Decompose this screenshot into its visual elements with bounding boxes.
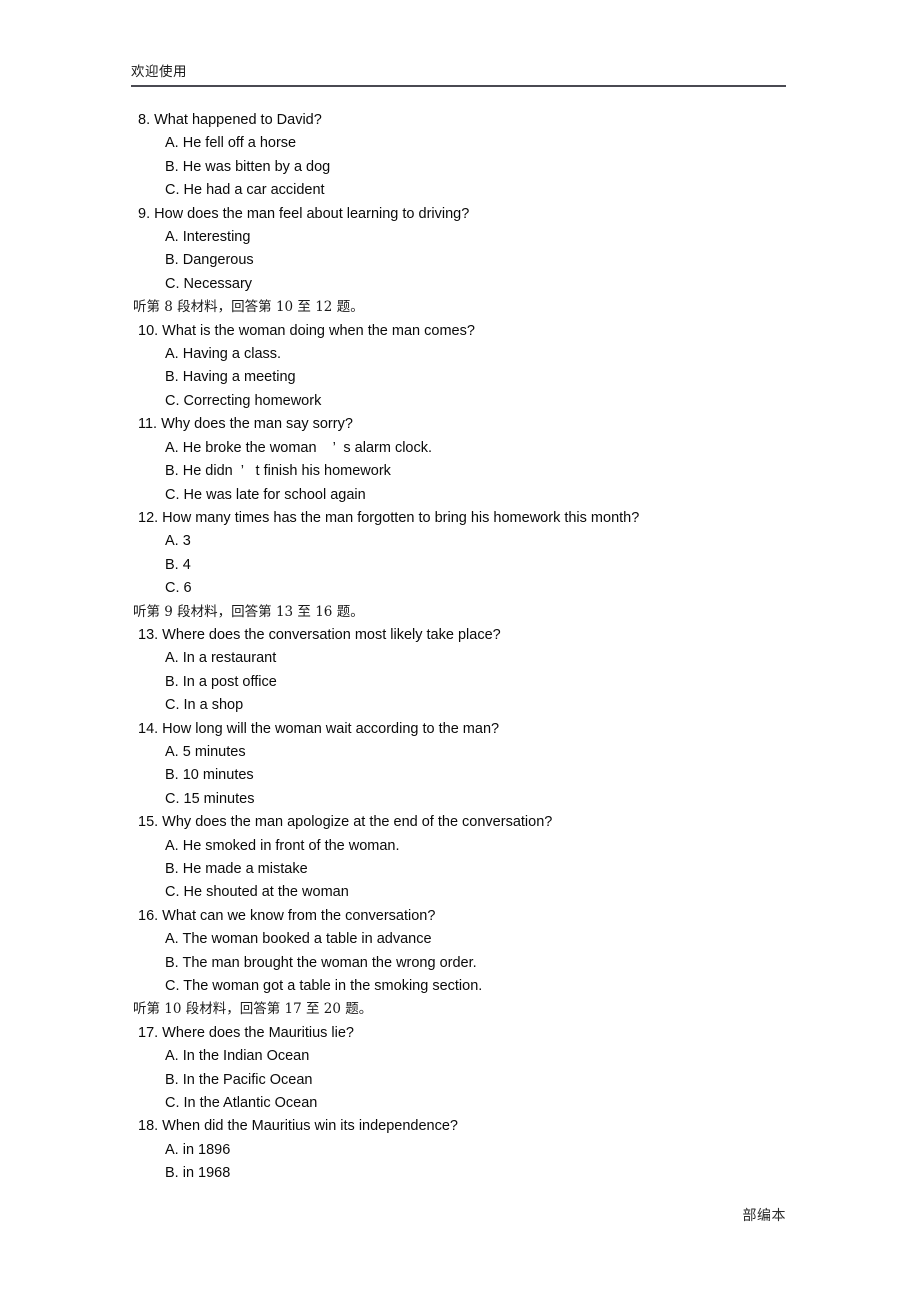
option-text: C. He had a car accident	[165, 182, 325, 199]
section-instruction: 听第 10 段材料，回答第 17 至 20 题。	[133, 1001, 373, 1018]
exam-question-list: 8. What happened to David? A. He fell off…	[131, 109, 851, 1186]
document-page: 欢迎使用 8. What happened to David? A. He fel…	[0, 0, 920, 1303]
question-text: 8. What happened to David?	[138, 112, 322, 128]
question-text: 13. Where does the conversation most lik…	[138, 626, 501, 643]
option-text: A. He smoked in front of the woman.	[165, 837, 400, 854]
option-text: C. In the Atlantic Ocean	[165, 1095, 318, 1112]
option-text: C. Necessary	[165, 275, 253, 292]
option-text: A. In a restaurant	[165, 650, 277, 667]
option-text: C. 15 minutes	[165, 790, 255, 807]
option-text: A. in 1896	[165, 1141, 231, 1158]
option-text: C. He shouted at the woman	[165, 884, 349, 901]
page-footer: 部编本	[131, 1205, 786, 1225]
option-text: A. In the Indian Ocean	[165, 1048, 310, 1065]
footer-label: 部编本	[742, 1208, 786, 1224]
option-text: B. He made a mistake	[165, 861, 308, 877]
option-text: B. 4	[165, 556, 191, 573]
option-text: A. The woman booked a table in advance	[165, 931, 432, 948]
question-text: 15. Why does the man apologize at the en…	[138, 814, 553, 831]
question-text: 10. What is the woman doing when the man…	[138, 322, 475, 339]
option-text: B. The man brought the woman the wrong o…	[165, 954, 477, 971]
option-text: B. Dangerous	[165, 252, 254, 269]
option-text: B. He didn ’ t finish his homework	[165, 463, 391, 480]
option-text: C. Correcting homework	[165, 392, 322, 409]
option-text: A. Interesting	[165, 229, 251, 246]
option-text: C. The woman got a table in the smoking …	[165, 978, 483, 995]
question-text: 18. When did the Mauritius win its indep…	[138, 1118, 458, 1135]
header-divider	[131, 85, 786, 87]
header-title: 欢迎使用	[131, 64, 187, 80]
option-text: A. 5 minutes	[165, 743, 246, 760]
question-text: 12. How many times has the man forgotten…	[138, 509, 640, 526]
option-text: A. He broke the woman ’ s alarm clock.	[165, 439, 433, 456]
option-text: B. In the Pacific Ocean	[165, 1071, 313, 1088]
question-text: 14. How long will the woman wait accordi…	[138, 720, 500, 737]
option-text: A. 3	[165, 533, 191, 550]
option-text: B. He was bitten by a dog	[165, 158, 331, 175]
question-text: 17. Where does the Mauritius lie?	[138, 1024, 354, 1041]
option-text: A. Having a class.	[165, 346, 282, 363]
section-instruction: 听第 8 段材料，回答第 10 至 12 题。	[133, 299, 364, 316]
option-text: B. 10 minutes	[165, 767, 254, 784]
question-text: 16. What can we know from the conversati…	[138, 907, 436, 924]
option-text: A. He fell off a horse	[165, 135, 297, 152]
option-text: B. Having a meeting	[165, 369, 296, 386]
question-text: 11. Why does the man say sorry?	[138, 416, 353, 433]
option-text: B. in 1968	[165, 1165, 231, 1182]
running-header: 欢迎使用	[131, 62, 786, 87]
option-text: C. 6	[165, 580, 192, 597]
option-text: C. In a shop	[165, 697, 244, 714]
section-instruction: 听第 9 段材料，回答第 13 至 16 题。	[133, 603, 364, 620]
option-text: B. In a post office	[165, 673, 277, 690]
option-text: C. He was late for school again	[165, 486, 366, 503]
question-text: 9. How does the man feel about learning …	[138, 205, 470, 222]
